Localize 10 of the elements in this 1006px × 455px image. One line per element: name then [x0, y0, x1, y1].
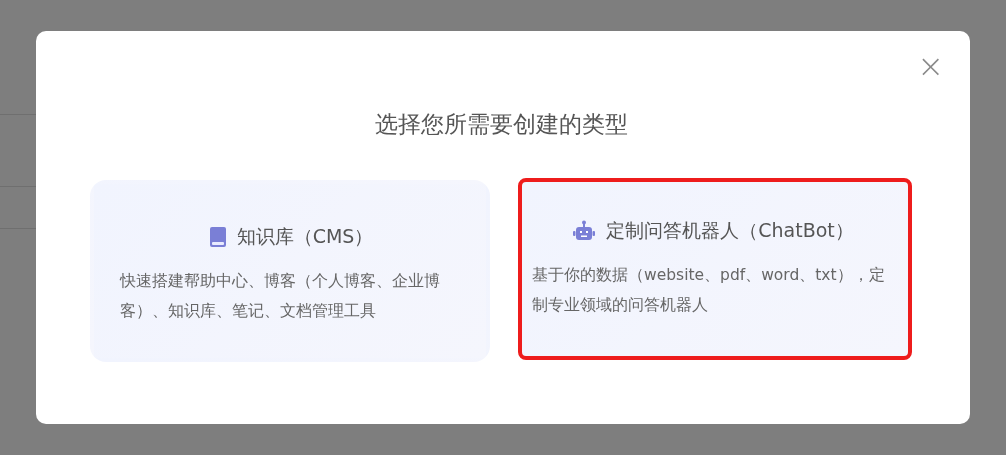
close-button[interactable]: ×	[917, 51, 944, 81]
option-card[interactable]: 定制问答机器人（ChatBot） 基于你的数据（website、pdf、word、txt），定制专业领域的问答机器人	[518, 178, 912, 360]
option-description: 快速搭建帮助中心、博客（个人博客、企业博客）、知识库、笔记、文档管理工具	[120, 271, 441, 322]
dialog-title: 选择您所需要创建的类型	[373, 110, 629, 139]
option-title: 知识库（CMS）	[236, 224, 374, 249]
book-icon	[208, 226, 227, 248]
robot-icon	[572, 220, 597, 242]
option-description: 基于你的数据（website、pdf、word、txt），定制专业领域的问答机器人	[532, 265, 886, 316]
option-card[interactable]: 知识库（CMS） 快速搭建帮助中心、博客（个人博客、企业博客）、知识库、笔记、文档管理工具	[90, 180, 490, 362]
option-title: 定制问答机器人（ChatBot）	[606, 218, 854, 243]
